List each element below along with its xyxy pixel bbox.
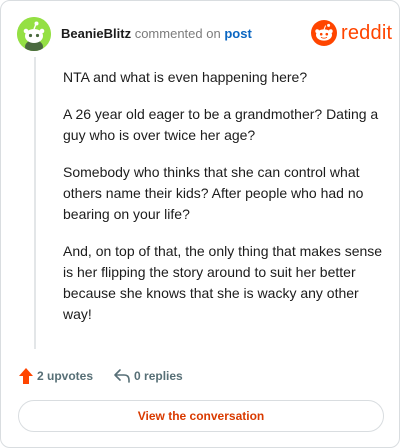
thread-line[interactable] <box>34 57 36 349</box>
comment-body: NTA and what is even happening here? A 2… <box>63 67 383 341</box>
username-link[interactable]: BeanieBlitz <box>61 26 131 41</box>
post-link[interactable]: post <box>224 26 251 41</box>
reddit-logo-icon <box>311 20 337 46</box>
replies-button[interactable]: 0 replies <box>113 368 183 384</box>
reply-arrow-icon <box>114 369 130 383</box>
comment-paragraph: NTA and what is even happening here? <box>63 69 308 85</box>
comment-header: BeanieBlitz commented on post <box>61 26 252 42</box>
upvotes-button[interactable]: 2 upvotes <box>18 367 93 385</box>
upvote-arrow-icon <box>19 368 33 384</box>
comment-paragraph: A 26 year old eager to be a grandmother?… <box>63 106 379 143</box>
embedded-comment-card: BeanieBlitz commented on post reddit NTA… <box>0 0 400 448</box>
comment-actions: 2 upvotes 0 replies <box>18 367 183 385</box>
brand-name: reddit <box>341 22 393 44</box>
user-avatar[interactable] <box>17 17 51 51</box>
reddit-brand-logo[interactable]: reddit <box>311 20 392 46</box>
view-conversation-button[interactable]: View the conversation <box>18 400 384 432</box>
comment-paragraph: And, on top of that, the only thing that… <box>63 243 383 322</box>
upvotes-count: 2 upvotes <box>37 369 94 383</box>
replies-count: 0 replies <box>134 369 183 383</box>
commented-on-text: commented on <box>134 26 221 41</box>
comment-paragraph: Somebody who thinks that she can control… <box>63 164 364 222</box>
reddit-snoo-avatar-icon <box>17 17 51 51</box>
